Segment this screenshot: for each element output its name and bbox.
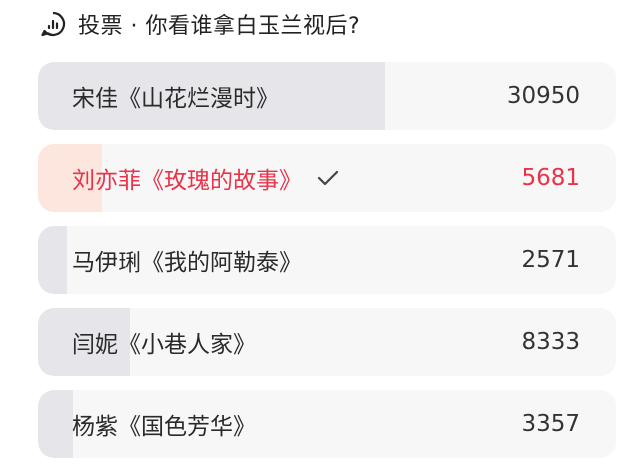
option-label: 马伊琍《我的阿勒泰》 [72,250,302,276]
option-label-text: 刘亦菲《玫瑰的故事》 [72,168,302,194]
vote-share-bar [38,390,73,458]
poll-chart-icon [40,11,66,37]
checkmark-icon [316,169,340,187]
poll-option[interactable]: 闫妮《小巷人家》 8333 [38,308,616,376]
vote-count: 2571 [521,247,580,273]
option-label: 闫妮《小巷人家》 [72,332,256,358]
vote-count: 3357 [521,411,580,437]
poll-option[interactable]: 宋佳《山花烂漫时》 30950 [38,62,616,130]
poll-option[interactable]: 马伊琍《我的阿勒泰》 2571 [38,226,616,294]
option-label: 杨紫《国色芳华》 [72,414,256,440]
vote-count: 5681 [521,165,580,191]
option-label: 刘亦菲《玫瑰的故事》 [72,144,340,212]
option-label: 宋佳《山花烂漫时》 [72,86,279,112]
poll-options: 宋佳《山花烂漫时》 30950 刘亦菲《玫瑰的故事》 5681 马伊琍《我的阿勒… [38,62,616,472]
vote-count: 8333 [521,329,580,355]
vote-share-bar [38,226,67,294]
poll-header: 投票 · 你看谁拿白玉兰视后? [40,4,360,44]
poll-option[interactable]: 杨紫《国色芳华》 3357 [38,390,616,458]
vote-count: 30950 [506,83,580,109]
poll-title: 投票 · 你看谁拿白玉兰视后? [78,14,361,39]
poll-option[interactable]: 刘亦菲《玫瑰的故事》 5681 [38,144,616,212]
